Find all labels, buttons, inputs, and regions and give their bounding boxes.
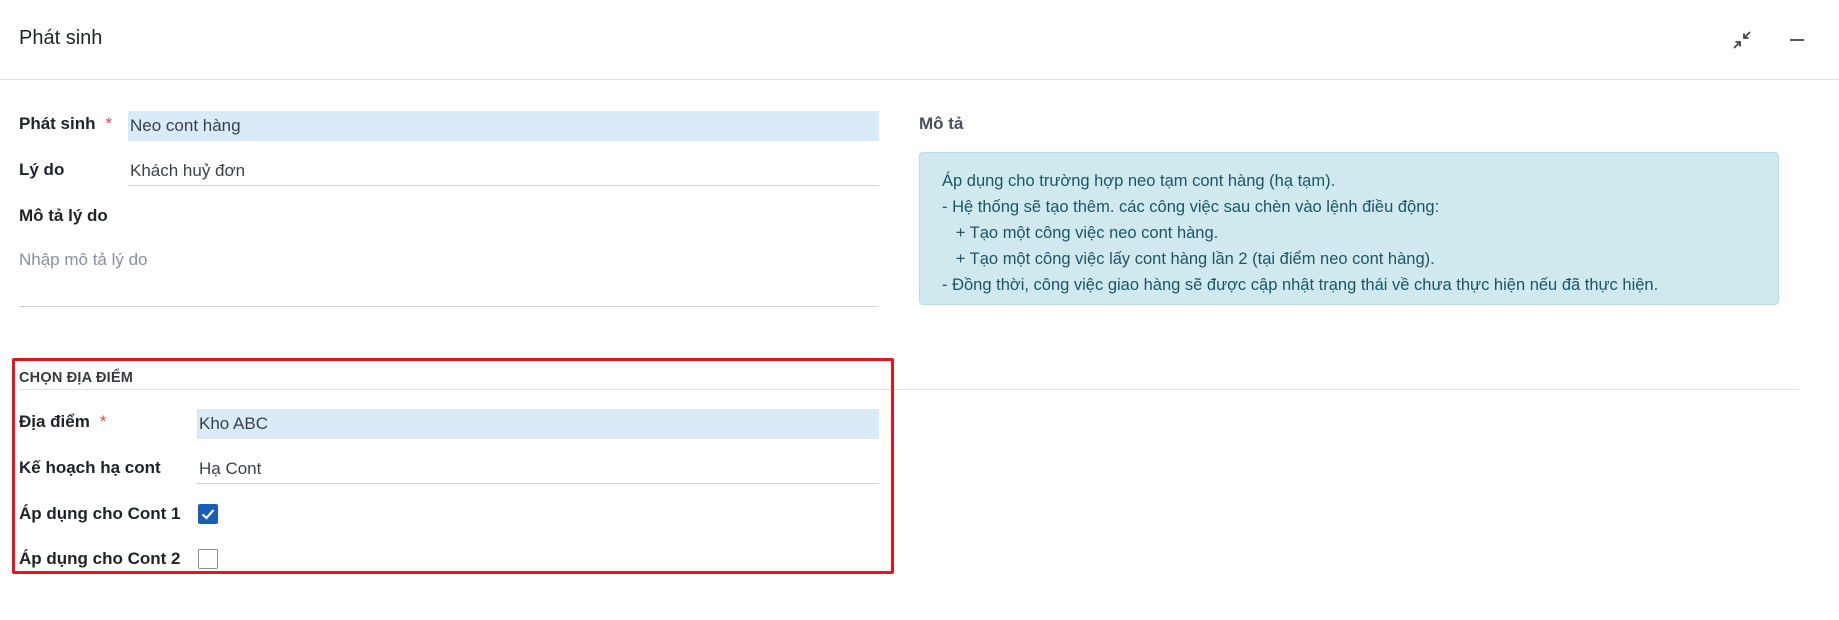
- minimize-icon: [1790, 39, 1804, 41]
- phat-sinh-label-text: Phát sinh: [19, 114, 96, 133]
- minimize-button[interactable]: [1783, 26, 1811, 54]
- dialog-title: Phát sinh: [19, 27, 103, 49]
- mo-ta-ly-do-placeholder: Nhập mô tả lý do: [19, 250, 148, 269]
- description-label: Mô tả: [919, 114, 964, 133]
- ly-do-field[interactable]: Khách huỷ đơn: [128, 156, 879, 186]
- phat-sinh-label: Phát sinh *: [19, 114, 112, 134]
- description-line: - Hệ thống sẽ tạo thêm. các công việc sa…: [942, 198, 1440, 216]
- highlight-box: [12, 358, 894, 574]
- mo-ta-ly-do-field[interactable]: Nhập mô tả lý do: [19, 245, 879, 307]
- required-mark: *: [105, 114, 113, 133]
- dialog-header: Phát sinh: [0, 0, 1839, 80]
- ly-do-label: Lý do: [19, 160, 65, 179]
- collapse-icon: [1733, 31, 1751, 49]
- description-box: Áp dụng cho trường hợp neo tạm cont hàng…: [919, 152, 1779, 305]
- collapse-button[interactable]: [1728, 26, 1756, 54]
- description-line: Áp dụng cho trường hợp neo tạm cont hàng…: [942, 172, 1336, 190]
- mo-ta-ly-do-label: Mô tả lý do: [19, 206, 108, 225]
- description-line: + Tạo một công việc neo cont hàng.: [942, 224, 1219, 242]
- phat-sinh-field[interactable]: Neo cont hàng: [128, 111, 879, 141]
- description-line: + Tạo một công việc lấy cont hàng lần 2 …: [942, 250, 1435, 268]
- description-line: - Đồng thời, công việc giao hàng sẽ được…: [942, 276, 1659, 294]
